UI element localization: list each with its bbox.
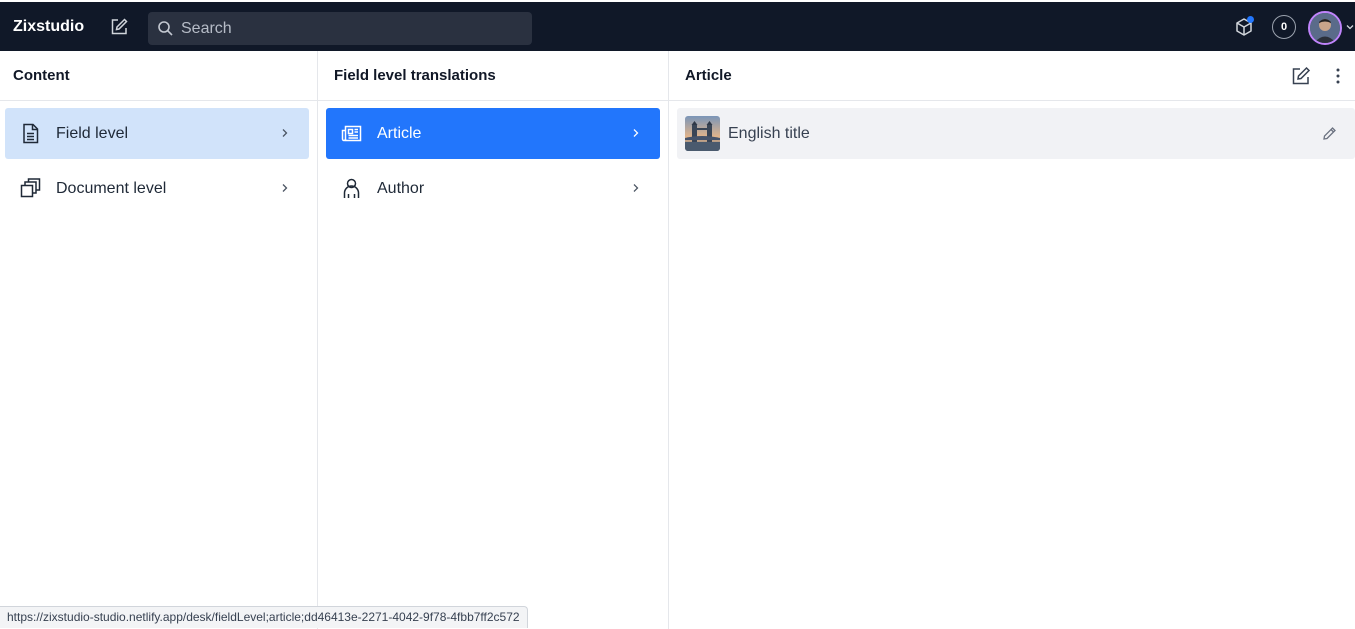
chevron-down-icon[interactable] <box>1345 23 1355 31</box>
field-level-pane-header: Field level translations <box>318 51 668 101</box>
newspaper-icon <box>341 125 362 142</box>
pane-title: Content <box>13 67 70 84</box>
list-item-author[interactable]: Author <box>326 163 660 214</box>
field-level-pane: Field level translations Article Author <box>318 51 669 629</box>
list-item-field-level[interactable]: Field level <box>5 108 309 159</box>
document-icon <box>23 123 39 144</box>
avatar-image-icon <box>1310 13 1340 43</box>
list-item-article[interactable]: Article <box>326 108 660 159</box>
create-document-button[interactable] <box>1290 65 1312 87</box>
new-document-button[interactable] <box>106 14 132 40</box>
chevron-right-icon <box>282 129 288 137</box>
list-item-label: Author <box>377 179 425 197</box>
top-navbar: Zixstudio 0 <box>0 2 1355 51</box>
list-item-label: Article <box>377 124 422 142</box>
article-pane-header: Article <box>669 51 1355 101</box>
search-icon <box>158 21 173 36</box>
chevron-right-icon <box>633 184 639 192</box>
pencil-icon <box>1323 127 1336 140</box>
tasks-button[interactable] <box>1232 15 1256 39</box>
tower-bridge-image-icon <box>685 116 720 151</box>
search-bar[interactable] <box>148 12 532 45</box>
list-item-label: Document level <box>56 179 167 197</box>
pane-title: Field level translations <box>334 67 496 84</box>
notification-dot <box>1247 16 1254 23</box>
pane-title: Article <box>685 67 732 84</box>
more-vertical-icon <box>1336 68 1340 84</box>
documents-icon <box>20 178 41 198</box>
list-item-document-level[interactable]: Document level <box>5 163 309 214</box>
document-row[interactable]: English title <box>677 108 1355 159</box>
compose-icon <box>111 18 128 35</box>
link-preview-status-bar: https://zixstudio-studio.netlify.app/des… <box>0 606 528 628</box>
content-pane-header: Content <box>0 51 317 101</box>
compose-icon <box>1292 66 1311 85</box>
user-avatar[interactable] <box>1308 11 1342 45</box>
search-input[interactable] <box>181 12 521 45</box>
content-pane: Content Field level Document level <box>0 51 318 629</box>
document-title: English title <box>728 125 810 142</box>
notification-counter[interactable]: 0 <box>1272 15 1296 39</box>
document-thumbnail <box>685 116 720 151</box>
chevron-right-icon <box>633 129 639 137</box>
list-item-label: Field level <box>56 124 129 142</box>
article-pane: Article English title <box>669 51 1355 629</box>
user-icon <box>343 178 360 198</box>
chevron-right-icon <box>282 184 288 192</box>
pane-menu-button[interactable] <box>1327 65 1349 87</box>
brand-logo[interactable]: Zixstudio <box>13 2 84 51</box>
